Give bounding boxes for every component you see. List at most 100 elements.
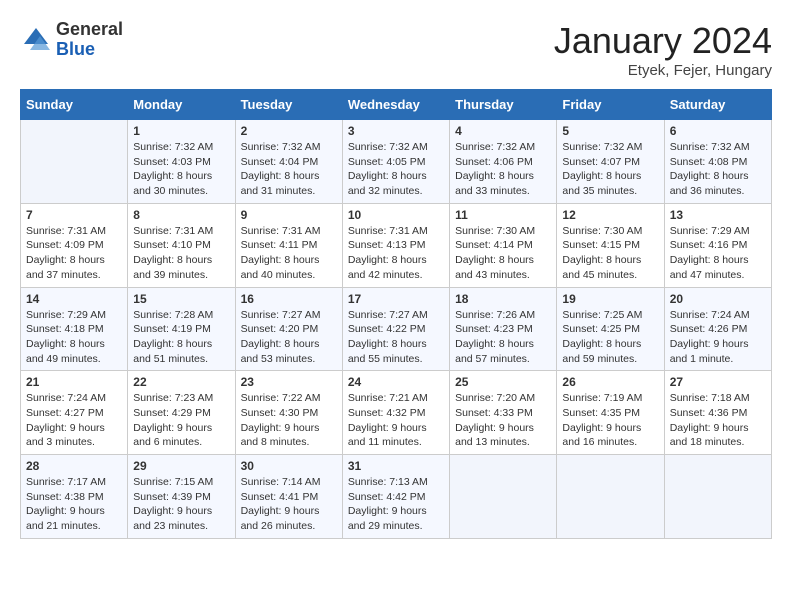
day-number: 30 (241, 459, 337, 473)
calendar-table: SundayMondayTuesdayWednesdayThursdayFrid… (20, 89, 772, 539)
week-row-1: 7 Sunrise: 7:31 AMSunset: 4:09 PMDaylight… (21, 203, 772, 287)
day-info: Sunrise: 7:18 AMSunset: 4:36 PMDaylight:… (670, 391, 766, 450)
header-day-monday: Monday (128, 90, 235, 120)
day-number: 25 (455, 375, 551, 389)
day-cell: 28Sunrise: 7:17 AMSunset: 4:38 PMDayligh… (21, 455, 128, 539)
day-cell: 19 Sunrise: 7:25 AMSunset: 4:25 PMDayligh… (557, 287, 664, 371)
day-cell: 9 Sunrise: 7:31 AMSunset: 4:11 PMDaylight… (235, 203, 342, 287)
day-number: 9 (241, 208, 337, 222)
day-cell: 6 Sunrise: 7:32 AMSunset: 4:08 PMDaylight… (664, 120, 771, 204)
day-cell: 23 Sunrise: 7:22 AMSunset: 4:30 PMDayligh… (235, 371, 342, 455)
day-cell (664, 455, 771, 539)
day-cell: 12 Sunrise: 7:30 AMSunset: 4:15 PMDayligh… (557, 203, 664, 287)
day-cell: 25 Sunrise: 7:20 AMSunset: 4:33 PMDayligh… (450, 371, 557, 455)
day-number: 12 (562, 208, 658, 222)
page-header: General Blue January 2024 Etyek, Fejer, … (20, 20, 772, 79)
day-cell (21, 120, 128, 204)
day-info: Sunrise: 7:20 AMSunset: 4:33 PMDaylight:… (455, 391, 551, 450)
day-info: Sunrise: 7:26 AMSunset: 4:23 PMDaylight:… (455, 308, 551, 367)
day-number: 10 (348, 208, 444, 222)
day-number: 15 (133, 292, 229, 306)
day-info: Sunrise: 7:13 AMSunset: 4:42 PMDaylight:… (348, 475, 444, 534)
day-number: 8 (133, 208, 229, 222)
week-row-0: 1Sunrise: 7:32 AMSunset: 4:03 PMDaylight… (21, 120, 772, 204)
day-number: 16 (241, 292, 337, 306)
day-number: 14 (26, 292, 122, 306)
location: Etyek, Fejer, Hungary (554, 62, 772, 79)
day-number: 6 (670, 124, 766, 138)
day-info: Sunrise: 7:32 AMSunset: 4:08 PMDaylight:… (670, 140, 766, 199)
logo-text: General Blue (56, 20, 123, 60)
day-info: Sunrise: 7:23 AMSunset: 4:29 PMDaylight:… (133, 391, 229, 450)
day-info: Sunrise: 7:31 AMSunset: 4:13 PMDaylight:… (348, 224, 444, 283)
day-number: 18 (455, 292, 551, 306)
header-day-thursday: Thursday (450, 90, 557, 120)
day-info: Sunrise: 7:24 AMSunset: 4:26 PMDaylight:… (670, 308, 766, 367)
day-info: Sunrise: 7:32 AMSunset: 4:06 PMDaylight:… (455, 140, 551, 199)
day-number: 19 (562, 292, 658, 306)
logo-blue: Blue (56, 40, 123, 60)
header-day-wednesday: Wednesday (342, 90, 449, 120)
day-cell (557, 455, 664, 539)
day-info: Sunrise: 7:31 AMSunset: 4:11 PMDaylight:… (241, 224, 337, 283)
day-number: 29 (133, 459, 229, 473)
day-info: Sunrise: 7:31 AMSunset: 4:09 PMDaylight:… (26, 224, 122, 283)
day-cell: 15 Sunrise: 7:28 AMSunset: 4:19 PMDayligh… (128, 287, 235, 371)
day-cell: 16 Sunrise: 7:27 AMSunset: 4:20 PMDayligh… (235, 287, 342, 371)
day-info: Sunrise: 7:29 AMSunset: 4:18 PMDaylight:… (26, 308, 122, 367)
header-day-friday: Friday (557, 90, 664, 120)
day-cell: 4 Sunrise: 7:32 AMSunset: 4:06 PMDaylight… (450, 120, 557, 204)
logo: General Blue (20, 20, 123, 60)
day-info: Sunrise: 7:27 AMSunset: 4:22 PMDaylight:… (348, 308, 444, 367)
day-info: Sunrise: 7:28 AMSunset: 4:19 PMDaylight:… (133, 308, 229, 367)
day-number: 24 (348, 375, 444, 389)
day-cell: 21 Sunrise: 7:24 AMSunset: 4:27 PMDayligh… (21, 371, 128, 455)
day-number: 22 (133, 375, 229, 389)
day-cell: 10 Sunrise: 7:31 AMSunset: 4:13 PMDayligh… (342, 203, 449, 287)
day-number: 23 (241, 375, 337, 389)
day-info: Sunrise: 7:32 AMSunset: 4:04 PMDaylight:… (241, 140, 337, 199)
day-number: 17 (348, 292, 444, 306)
header-row: SundayMondayTuesdayWednesdayThursdayFrid… (21, 90, 772, 120)
title-section: January 2024 Etyek, Fejer, Hungary (554, 20, 772, 79)
day-cell: 20Sunrise: 7:24 AMSunset: 4:26 PMDayligh… (664, 287, 771, 371)
day-number: 4 (455, 124, 551, 138)
day-info: Sunrise: 7:30 AMSunset: 4:15 PMDaylight:… (562, 224, 658, 283)
day-cell: 31 Sunrise: 7:13 AMSunset: 4:42 PMDayligh… (342, 455, 449, 539)
day-number: 21 (26, 375, 122, 389)
day-info: Sunrise: 7:14 AMSunset: 4:41 PMDaylight:… (241, 475, 337, 534)
day-info: Sunrise: 7:24 AMSunset: 4:27 PMDaylight:… (26, 391, 122, 450)
day-cell: 11Sunrise: 7:30 AMSunset: 4:14 PMDayligh… (450, 203, 557, 287)
day-info: Sunrise: 7:15 AMSunset: 4:39 PMDaylight:… (133, 475, 229, 534)
day-cell: 17 Sunrise: 7:27 AMSunset: 4:22 PMDayligh… (342, 287, 449, 371)
day-cell: 14 Sunrise: 7:29 AMSunset: 4:18 PMDayligh… (21, 287, 128, 371)
day-number: 27 (670, 375, 766, 389)
day-number: 2 (241, 124, 337, 138)
header-day-tuesday: Tuesday (235, 90, 342, 120)
day-cell: 5Sunrise: 7:32 AMSunset: 4:07 PMDaylight… (557, 120, 664, 204)
day-cell: 24Sunrise: 7:21 AMSunset: 4:32 PMDayligh… (342, 371, 449, 455)
day-cell: 2 Sunrise: 7:32 AMSunset: 4:04 PMDaylight… (235, 120, 342, 204)
day-cell: 8Sunrise: 7:31 AMSunset: 4:10 PMDaylight… (128, 203, 235, 287)
month-year: January 2024 (554, 20, 772, 62)
day-info: Sunrise: 7:25 AMSunset: 4:25 PMDaylight:… (562, 308, 658, 367)
day-info: Sunrise: 7:32 AMSunset: 4:03 PMDaylight:… (133, 140, 229, 199)
day-info: Sunrise: 7:32 AMSunset: 4:07 PMDaylight:… (562, 140, 658, 199)
day-number: 7 (26, 208, 122, 222)
day-number: 31 (348, 459, 444, 473)
day-number: 28 (26, 459, 122, 473)
day-cell: 1Sunrise: 7:32 AMSunset: 4:03 PMDaylight… (128, 120, 235, 204)
day-info: Sunrise: 7:22 AMSunset: 4:30 PMDaylight:… (241, 391, 337, 450)
day-info: Sunrise: 7:27 AMSunset: 4:20 PMDaylight:… (241, 308, 337, 367)
day-cell: 26 Sunrise: 7:19 AMSunset: 4:35 PMDayligh… (557, 371, 664, 455)
day-info: Sunrise: 7:19 AMSunset: 4:35 PMDaylight:… (562, 391, 658, 450)
day-cell: 13Sunrise: 7:29 AMSunset: 4:16 PMDayligh… (664, 203, 771, 287)
day-number: 26 (562, 375, 658, 389)
day-number: 11 (455, 208, 551, 222)
week-row-4: 28Sunrise: 7:17 AMSunset: 4:38 PMDayligh… (21, 455, 772, 539)
day-cell: 22 Sunrise: 7:23 AMSunset: 4:29 PMDayligh… (128, 371, 235, 455)
day-cell: 7 Sunrise: 7:31 AMSunset: 4:09 PMDaylight… (21, 203, 128, 287)
day-info: Sunrise: 7:29 AMSunset: 4:16 PMDaylight:… (670, 224, 766, 283)
header-day-saturday: Saturday (664, 90, 771, 120)
day-cell: 3Sunrise: 7:32 AMSunset: 4:05 PMDaylight… (342, 120, 449, 204)
